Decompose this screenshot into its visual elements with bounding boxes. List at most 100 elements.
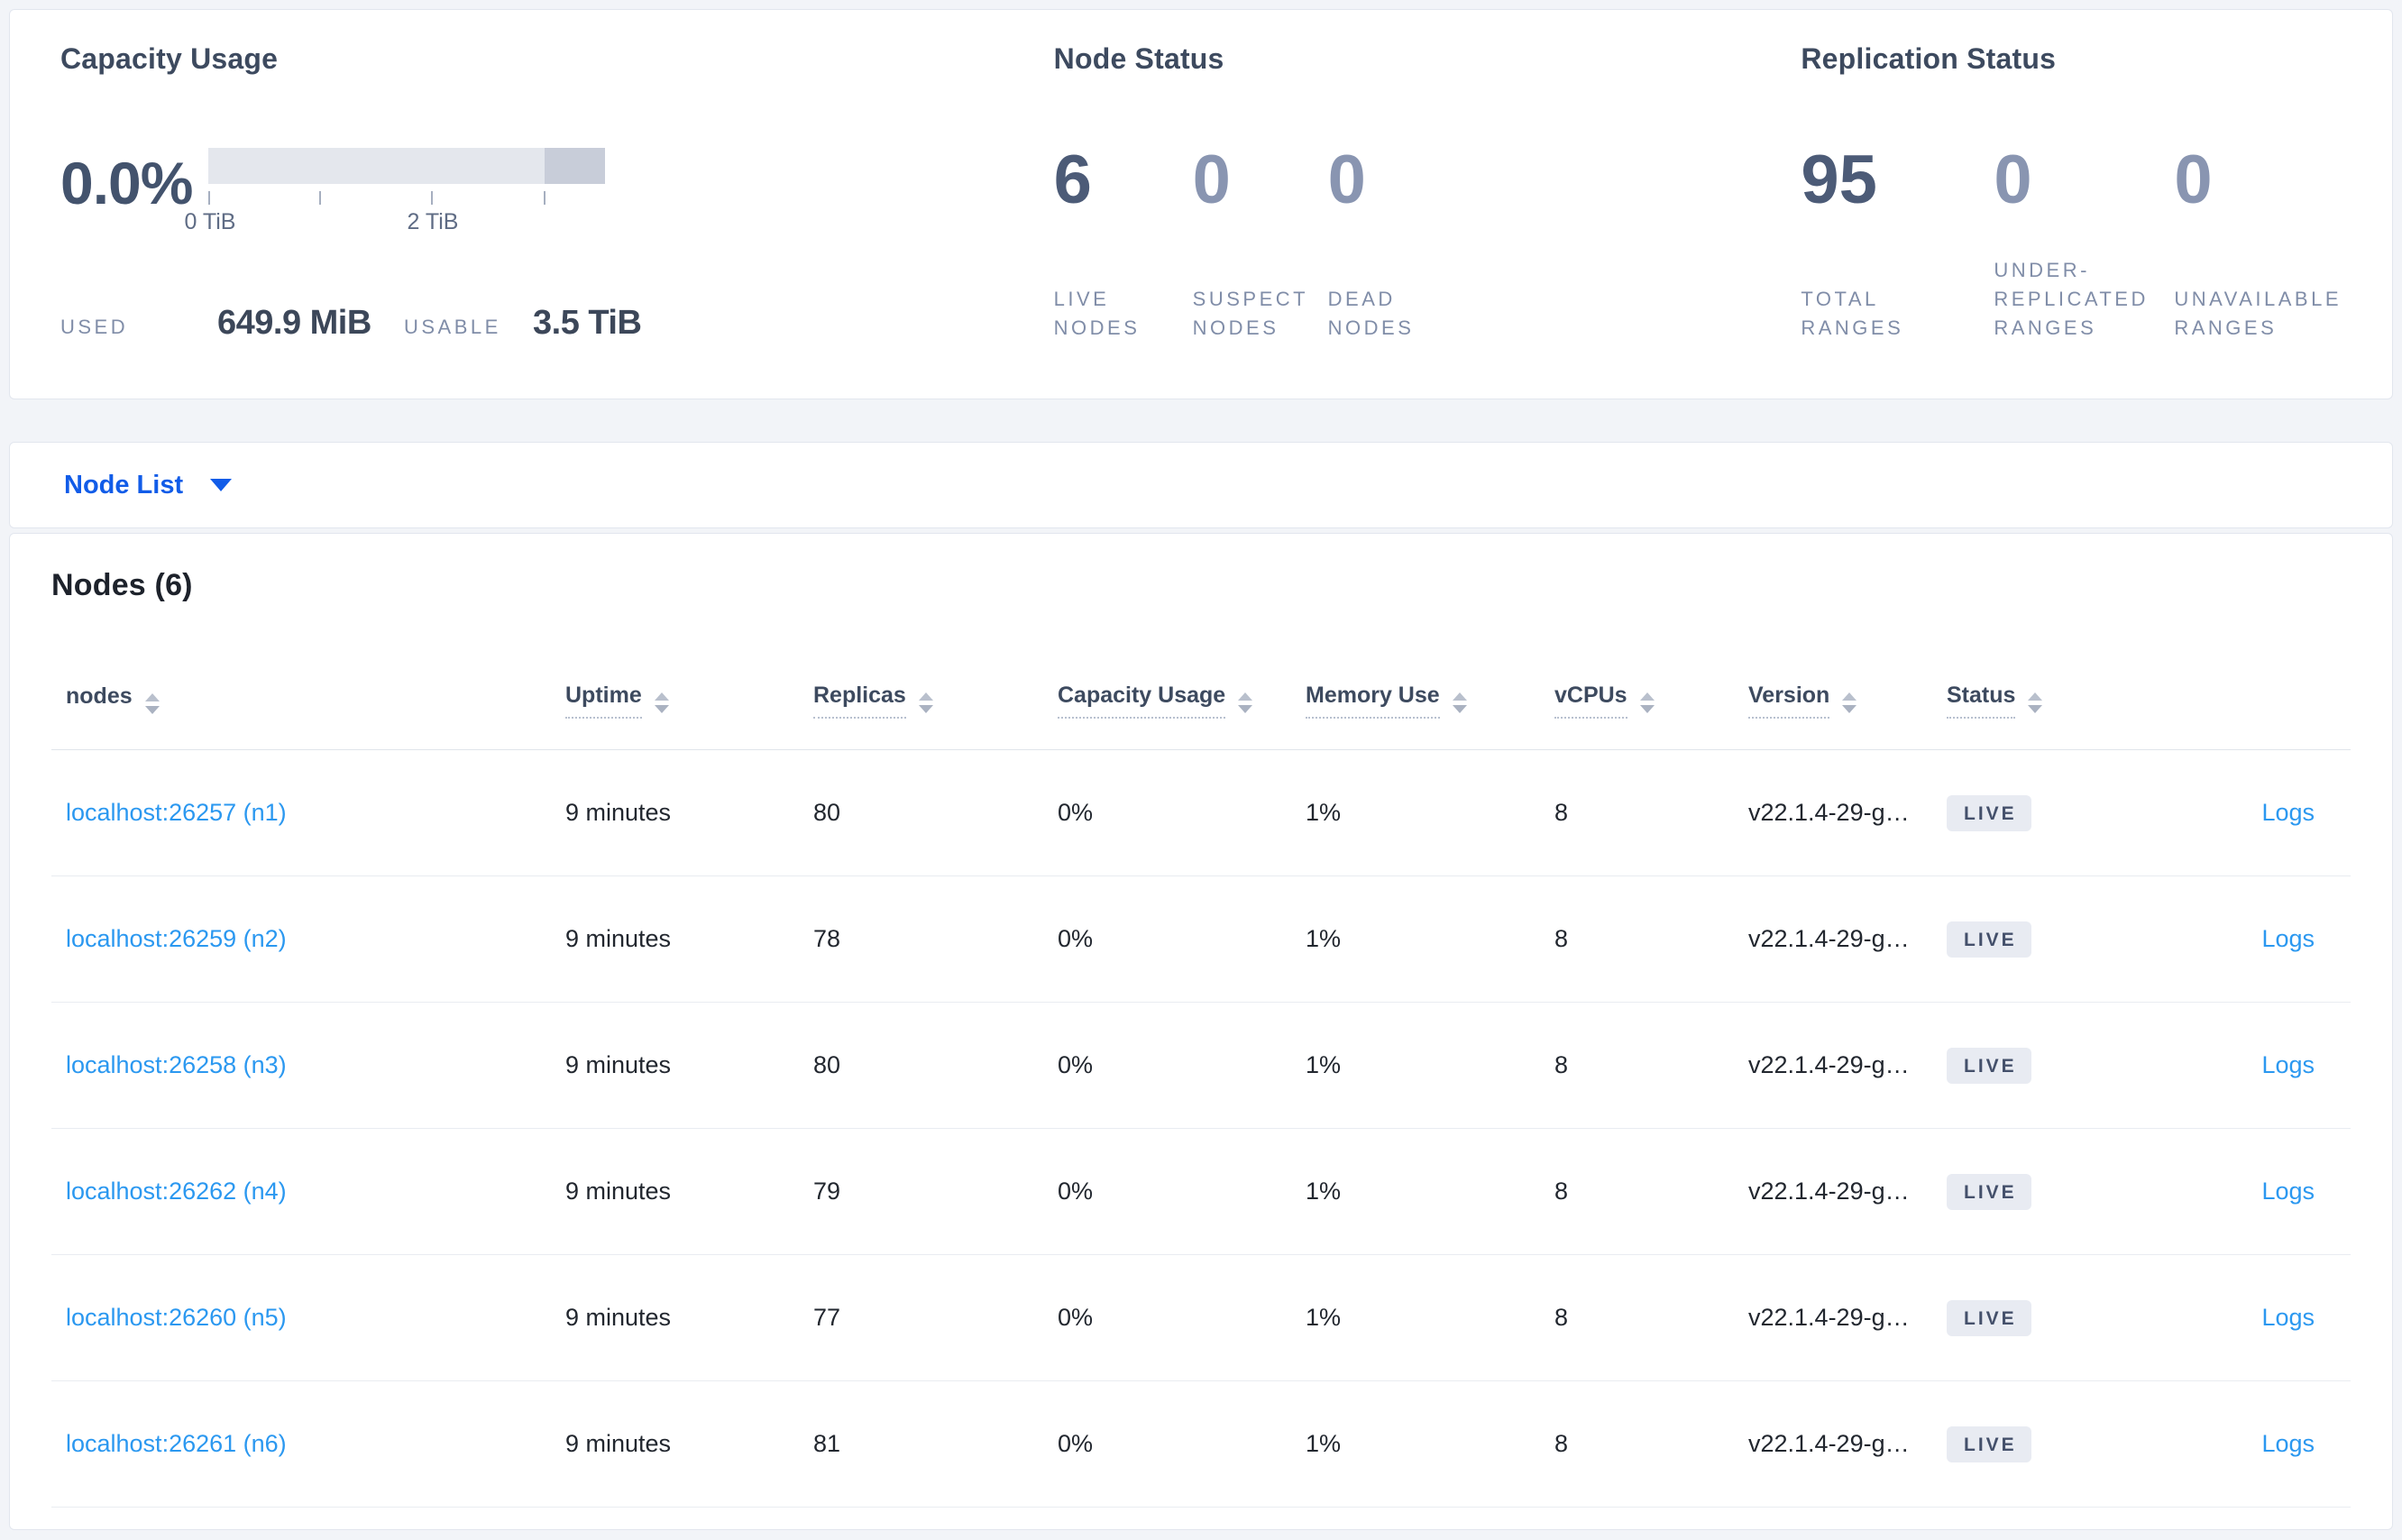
uptime-cell: 9 minutes xyxy=(551,749,799,876)
table-row: localhost:26261 (n6) 9 minutes 81 0% 1% … xyxy=(51,1380,2351,1508)
uptime-cell: 9 minutes xyxy=(551,875,799,1003)
sort-icon xyxy=(1452,692,1467,713)
capacity-usage-cell: 0% xyxy=(1043,875,1291,1003)
under-replicated-ranges-metric: 0 UNDER- REPLICATED RANGES xyxy=(1994,123,2174,343)
sort-icon xyxy=(1238,692,1253,713)
capacity-chart-row: 0.0% 0 TiB 2 TiB xyxy=(60,121,1054,236)
vcpus-cell: 8 xyxy=(1540,1380,1734,1508)
node-link[interactable]: localhost:26257 (n1) xyxy=(66,799,287,826)
node-status-metrics: 6 LIVE NODES 0 SUSPECT NODES 0 DEAD NODE… xyxy=(1054,123,1802,343)
vcpus-cell: 8 xyxy=(1540,749,1734,876)
version-cell: v22.1.4-29-g… xyxy=(1734,1380,1932,1508)
capacity-footer: USED 649.9 MiB USABLE 3.5 TiB xyxy=(60,304,1054,343)
uptime-cell: 9 minutes xyxy=(551,1128,799,1255)
replication-status-panel: Replication Status 95 TOTAL RANGES 0 UND… xyxy=(1801,42,2342,343)
column-header-replicas[interactable]: Replicas xyxy=(799,628,1043,750)
cluster-overview-page: Capacity Usage 0.0% 0 TiB 2 TiB USED 649… xyxy=(0,0,2402,1540)
status-badge: LIVE xyxy=(1947,1047,2031,1084)
logs-link[interactable]: Logs xyxy=(2261,1304,2315,1331)
node-link[interactable]: localhost:26259 (n2) xyxy=(66,925,287,952)
version-cell: v22.1.4-29-g… xyxy=(1734,749,1932,876)
table-row: localhost:26258 (n3) 9 minutes 80 0% 1% … xyxy=(51,1002,2351,1129)
vcpus-cell: 8 xyxy=(1540,1254,1734,1381)
chevron-down-icon xyxy=(210,479,233,491)
uptime-cell: 9 minutes xyxy=(551,1002,799,1129)
capacity-usage-cell: 0% xyxy=(1043,1128,1291,1255)
column-header-nodes[interactable]: nodes xyxy=(51,628,551,750)
version-cell: v22.1.4-29-g… xyxy=(1734,875,1932,1003)
logs-link[interactable]: Logs xyxy=(2261,799,2315,826)
unavailable-ranges-metric: 0 UNAVAILABLE RANGES xyxy=(2174,123,2342,343)
version-cell: v22.1.4-29-g… xyxy=(1734,1254,1932,1381)
node-link[interactable]: localhost:26260 (n5) xyxy=(66,1304,287,1331)
capacity-usage-title: Capacity Usage xyxy=(60,42,279,75)
view-selector-card: Node List xyxy=(9,442,2393,528)
axis-tick xyxy=(431,191,433,205)
replicas-cell: 77 xyxy=(799,1254,1043,1381)
table-row: localhost:26260 (n5) 9 minutes 77 0% 1% … xyxy=(51,1254,2351,1381)
metric-label: UNDER- REPLICATED RANGES xyxy=(1994,259,2149,340)
memory-use-cell: 1% xyxy=(1291,1380,1540,1508)
logs-link[interactable]: Logs xyxy=(2261,1430,2315,1457)
node-link[interactable]: localhost:26258 (n3) xyxy=(66,1051,287,1078)
used-label: USED xyxy=(60,316,129,338)
node-link[interactable]: localhost:26261 (n6) xyxy=(66,1430,287,1457)
logs-link[interactable]: Logs xyxy=(2261,1178,2315,1205)
node-status-title: Node Status xyxy=(1053,42,1224,75)
replicas-cell: 81 xyxy=(799,1380,1043,1508)
replicas-cell: 80 xyxy=(799,1002,1043,1129)
metric-value: 0 xyxy=(1327,142,1366,218)
axis-tick xyxy=(208,191,210,205)
logs-link[interactable]: Logs xyxy=(2261,925,2315,952)
capacity-bar-reserved-segment xyxy=(545,148,605,184)
capacity-bar-chart: 0 TiB 2 TiB xyxy=(185,121,605,236)
logs-link[interactable]: Logs xyxy=(2261,1051,2315,1078)
sort-icon xyxy=(1639,692,1655,713)
column-header-memory-use[interactable]: Memory Use xyxy=(1291,628,1540,750)
nodes-table: nodes Uptime Replicas Capacity Usage Mem… xyxy=(51,628,2351,1508)
replicas-cell: 78 xyxy=(799,875,1043,1003)
summary-card: Capacity Usage 0.0% 0 TiB 2 TiB USED 649… xyxy=(9,9,2393,399)
node-link[interactable]: localhost:26262 (n4) xyxy=(66,1178,287,1205)
column-header-uptime[interactable]: Uptime xyxy=(551,628,799,750)
node-list-dropdown[interactable]: Node List xyxy=(64,471,233,500)
uptime-cell: 9 minutes xyxy=(551,1254,799,1381)
capacity-usage-cell: 0% xyxy=(1043,1254,1291,1381)
status-badge: LIVE xyxy=(1947,1425,2031,1462)
replicas-cell: 79 xyxy=(799,1128,1043,1255)
replication-metrics: 95 TOTAL RANGES 0 UNDER- REPLICATED RANG… xyxy=(1801,123,2342,343)
memory-use-cell: 1% xyxy=(1291,1254,1540,1381)
usable-value: 3.5 TiB xyxy=(533,304,642,342)
capacity-axis-ticks xyxy=(208,191,605,207)
vcpus-cell: 8 xyxy=(1540,875,1734,1003)
node-status-panel: Node Status 6 LIVE NODES 0 SUSPECT NODES… xyxy=(1054,42,1802,343)
usable-label: USABLE xyxy=(404,316,501,338)
column-header-vcpus[interactable]: vCPUs xyxy=(1540,628,1734,750)
sort-icon xyxy=(2028,692,2043,713)
column-header-status[interactable]: Status xyxy=(1932,628,2120,750)
metric-value: 0 xyxy=(2174,142,2213,218)
column-header-version[interactable]: Version xyxy=(1734,628,1932,750)
capacity-axis-labels: 0 TiB 2 TiB xyxy=(185,209,605,236)
nodes-table-card: Nodes (6) nodes Uptime Replicas Capacity… xyxy=(9,533,2393,1530)
capacity-usage-cell: 0% xyxy=(1043,749,1291,876)
table-row: localhost:26259 (n2) 9 minutes 78 0% 1% … xyxy=(51,875,2351,1003)
metric-value: 6 xyxy=(1053,142,1092,218)
metric-label: TOTAL RANGES xyxy=(1801,288,1904,340)
table-row: localhost:26257 (n1) 9 minutes 80 0% 1% … xyxy=(51,749,2351,876)
axis-tick-label: 0 TiB xyxy=(184,209,236,234)
metric-value: 95 xyxy=(1801,142,1877,218)
sort-icon xyxy=(144,693,160,714)
memory-use-cell: 1% xyxy=(1291,1128,1540,1255)
replicas-cell: 80 xyxy=(799,749,1043,876)
metric-value: 0 xyxy=(1994,142,2032,218)
capacity-usage-panel: Capacity Usage 0.0% 0 TiB 2 TiB USED 649… xyxy=(60,42,1054,343)
axis-tick xyxy=(544,191,545,205)
memory-use-cell: 1% xyxy=(1291,749,1540,876)
metric-label: UNAVAILABLE RANGES xyxy=(2174,288,2342,340)
live-nodes-metric: 6 LIVE NODES xyxy=(1054,123,1193,343)
column-header-capacity-usage[interactable]: Capacity Usage xyxy=(1043,628,1291,750)
capacity-bar xyxy=(208,148,605,184)
status-badge: LIVE xyxy=(1947,794,2031,831)
sort-icon xyxy=(918,692,933,713)
